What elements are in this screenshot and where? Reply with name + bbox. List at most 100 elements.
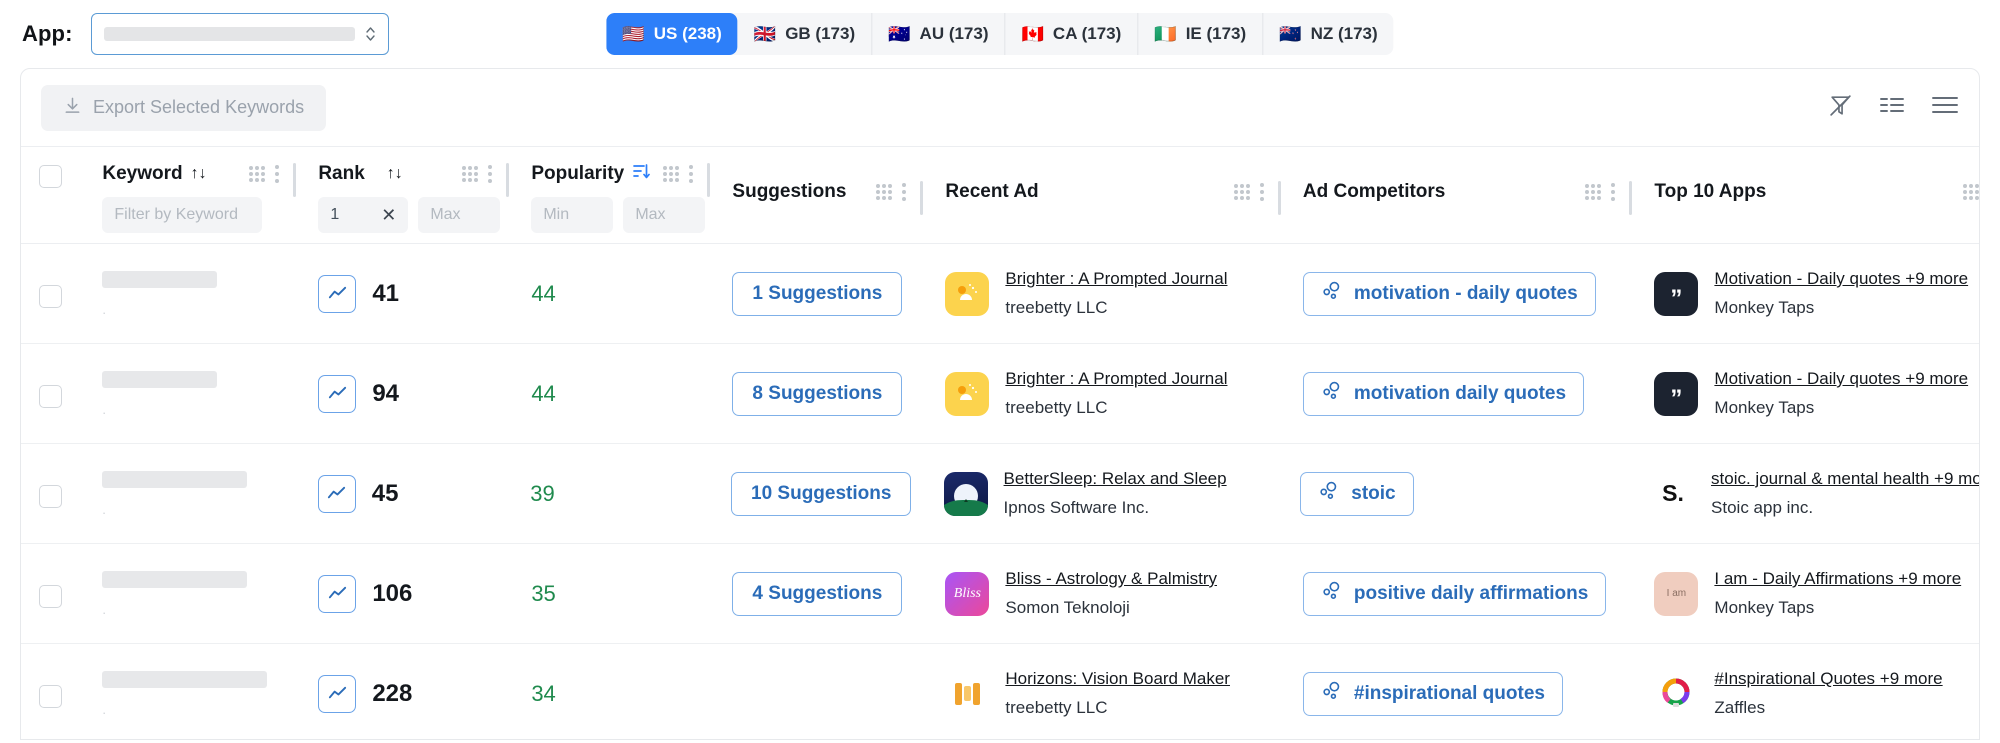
rank-trend-chart-icon[interactable] (318, 674, 357, 713)
cell-recent-ad[interactable]: Brighter : A Prompted Journal treebetty … (923, 269, 1278, 318)
column-header-top10[interactable]: Top 10 Apps (1632, 159, 1979, 207)
column-header-ad-competitors[interactable]: Ad Competitors (1281, 159, 1630, 207)
cell-top10-apps[interactable]: I am I am - Daily Affirmations +9 more M… (1632, 569, 1979, 618)
drag-handle-suggestions-icon[interactable] (876, 184, 893, 200)
suggestions-button[interactable]: 10 Suggestions (731, 471, 912, 516)
cell-keyword[interactable]: . (80, 570, 293, 617)
column-menu-rank-icon[interactable] (488, 165, 493, 183)
column-header-popularity[interactable]: Popularity Min Max (509, 159, 707, 233)
recent-ad-app-link[interactable]: Brighter : A Prompted Journal (1005, 269, 1227, 289)
column-menu-recent-ad-icon[interactable] (1259, 183, 1264, 201)
row-checkbox-cell[interactable] (21, 479, 80, 508)
row-checkbox-cell[interactable] (21, 679, 80, 708)
cell-top10-apps[interactable]: #Inspirational Quotes +9 more Zaffles (1632, 669, 1979, 718)
recent-ad-app-link[interactable]: Brighter : A Prompted Journal (1005, 369, 1227, 389)
row-checkbox-cell[interactable] (21, 379, 80, 408)
drag-handle-recent-ad-icon[interactable] (1233, 184, 1250, 200)
clear-rank-min-icon[interactable]: ✕ (381, 206, 396, 224)
sort-toggle-keyword-icon[interactable]: ↑↓ (191, 165, 207, 183)
rank-trend-chart-icon[interactable] (317, 474, 356, 513)
cell-top10-apps[interactable]: ” Motivation - Daily quotes +9 more Monk… (1632, 369, 1979, 418)
row-checkbox[interactable] (39, 585, 63, 608)
rank-max-input[interactable]: Max (418, 197, 501, 233)
ad-competitor-label: motivation daily quotes (1353, 382, 1567, 404)
column-header-suggestions[interactable]: Suggestions (710, 159, 920, 207)
column-header-keyword[interactable]: Keyword ↑↓ Filter by Keyword (80, 159, 293, 233)
row-checkbox-cell[interactable] (21, 279, 80, 308)
suggestions-button[interactable]: 8 Suggestions (732, 371, 903, 416)
cell-recent-ad[interactable]: Brighter : A Prompted Journal treebetty … (923, 369, 1278, 418)
filter-off-icon[interactable] (1828, 93, 1853, 123)
popularity-value: 35 (531, 580, 556, 606)
cell-keyword[interactable]: . (80, 270, 293, 317)
top10-app-link[interactable]: Motivation - Daily quotes +9 more (1714, 369, 1968, 389)
menu-icon[interactable] (1931, 94, 1959, 121)
table-row[interactable]: . 228 34 Horizons: Vision Board Maker tr… (21, 644, 1979, 739)
country-tab-ca[interactable]: 🇨🇦 CA (173) (1006, 13, 1139, 55)
country-tab-us[interactable]: 🇺🇸 US (238) (606, 13, 738, 55)
drag-handle-rank-icon[interactable] (462, 166, 479, 182)
select-all-checkbox[interactable] (39, 165, 63, 188)
column-menu-popularity-icon[interactable] (689, 165, 694, 183)
suggestions-button[interactable]: 4 Suggestions (732, 571, 903, 616)
ad-competitor-button[interactable]: positive daily affirmations (1302, 571, 1607, 616)
cell-top10-apps[interactable]: ” Motivation - Daily quotes +9 more Monk… (1632, 269, 1979, 318)
recent-ad-app-link[interactable]: Bliss - Astrology & Palmistry (1005, 569, 1217, 589)
rank-trend-chart-icon[interactable] (318, 274, 357, 313)
table-row[interactable]: . 45 39 10 Suggestions BetterSleep: Rela… (21, 444, 1979, 544)
column-menu-ad-competitors-icon[interactable] (1611, 183, 1616, 201)
sort-desc-popularity-icon[interactable] (632, 162, 651, 186)
export-selected-keywords-button[interactable]: Export Selected Keywords (41, 84, 327, 131)
column-header-rank[interactable]: Rank ↑↓ 1 ✕ Max (296, 159, 506, 233)
drag-handle-popularity-icon[interactable] (663, 166, 680, 182)
row-checkbox-cell[interactable] (21, 579, 80, 608)
cell-keyword[interactable]: . (80, 670, 293, 717)
top10-app-link[interactable]: stoic. journal & mental health +9 more (1711, 469, 1979, 489)
popularity-min-input[interactable]: Min (531, 197, 614, 233)
sort-toggle-rank-icon[interactable]: ↑↓ (387, 165, 403, 183)
row-checkbox[interactable] (39, 285, 63, 308)
column-menu-keyword-icon[interactable] (275, 165, 280, 183)
keyword-filter-input[interactable]: Filter by Keyword (102, 197, 263, 233)
cell-recent-ad[interactable]: Bliss Bliss - Astrology & Palmistry Somo… (923, 569, 1278, 618)
table-row[interactable]: . 106 35 4 Suggestions Bliss Bliss - Ast… (21, 544, 1979, 644)
table-row[interactable]: . 94 44 8 Suggestions Brighter : A Promp… (21, 344, 1979, 444)
select-all-checkbox-cell[interactable] (21, 159, 80, 188)
popularity-max-input[interactable]: Max (623, 197, 706, 233)
ad-competitor-button[interactable]: stoic (1300, 471, 1414, 516)
rank-trend-chart-icon[interactable] (318, 374, 357, 413)
top10-app-link[interactable]: Motivation - Daily quotes +9 more (1714, 269, 1968, 289)
row-checkbox[interactable] (39, 685, 63, 708)
cell-top10-apps[interactable]: S. stoic. journal & mental health +9 mor… (1629, 469, 1979, 518)
cell-recent-ad[interactable]: BetterSleep: Relax and Sleep Ipnos Softw… (922, 469, 1276, 518)
table-row[interactable]: . 41 44 1 Suggestions Brighter : A Promp… (21, 244, 1979, 344)
recent-ad-app-link[interactable]: BetterSleep: Relax and Sleep (1004, 469, 1227, 489)
column-header-ad-competitors-label: Ad Competitors (1302, 181, 1446, 202)
country-tab-nz[interactable]: 🇳🇿 NZ (173) (1263, 13, 1394, 55)
top10-app-link[interactable]: I am - Daily Affirmations +9 more (1714, 569, 1961, 589)
drag-handle-top10-icon[interactable] (1962, 184, 1979, 200)
cell-recent-ad[interactable]: Horizons: Vision Board Maker treebetty L… (923, 669, 1278, 718)
app-select[interactable] (90, 13, 389, 55)
row-checkbox[interactable] (39, 485, 63, 508)
ad-competitor-button[interactable]: motivation daily quotes (1302, 371, 1585, 416)
column-header-recent-ad[interactable]: Recent Ad (923, 159, 1278, 207)
country-tabs[interactable]: 🇺🇸 US (238) 🇬🇧 GB (173) 🇦🇺 AU (173) 🇨🇦 C… (606, 13, 1394, 55)
rank-min-input[interactable]: 1 ✕ (318, 197, 409, 233)
top10-app-link[interactable]: #Inspirational Quotes +9 more (1714, 669, 1942, 689)
country-tab-gb[interactable]: 🇬🇧 GB (173) (738, 13, 873, 55)
row-checkbox[interactable] (39, 385, 63, 408)
ad-competitor-button[interactable]: motivation - daily quotes (1302, 271, 1596, 316)
suggestions-button[interactable]: 1 Suggestions (732, 271, 903, 316)
country-tab-ie[interactable]: 🇮🇪 IE (173) (1138, 13, 1264, 55)
drag-handle-ad-competitors-icon[interactable] (1585, 184, 1602, 200)
recent-ad-app-link[interactable]: Horizons: Vision Board Maker (1005, 669, 1230, 689)
cell-keyword[interactable]: . (80, 470, 293, 517)
country-tab-au[interactable]: 🇦🇺 AU (173) (872, 13, 1006, 55)
drag-handle-keyword-icon[interactable] (249, 166, 266, 182)
cell-keyword[interactable]: . (80, 370, 293, 417)
column-list-icon[interactable] (1879, 94, 1905, 121)
rank-trend-chart-icon[interactable] (318, 574, 357, 613)
ad-competitor-button[interactable]: #inspirational quotes (1302, 671, 1563, 716)
column-menu-suggestions-icon[interactable] (902, 183, 907, 201)
